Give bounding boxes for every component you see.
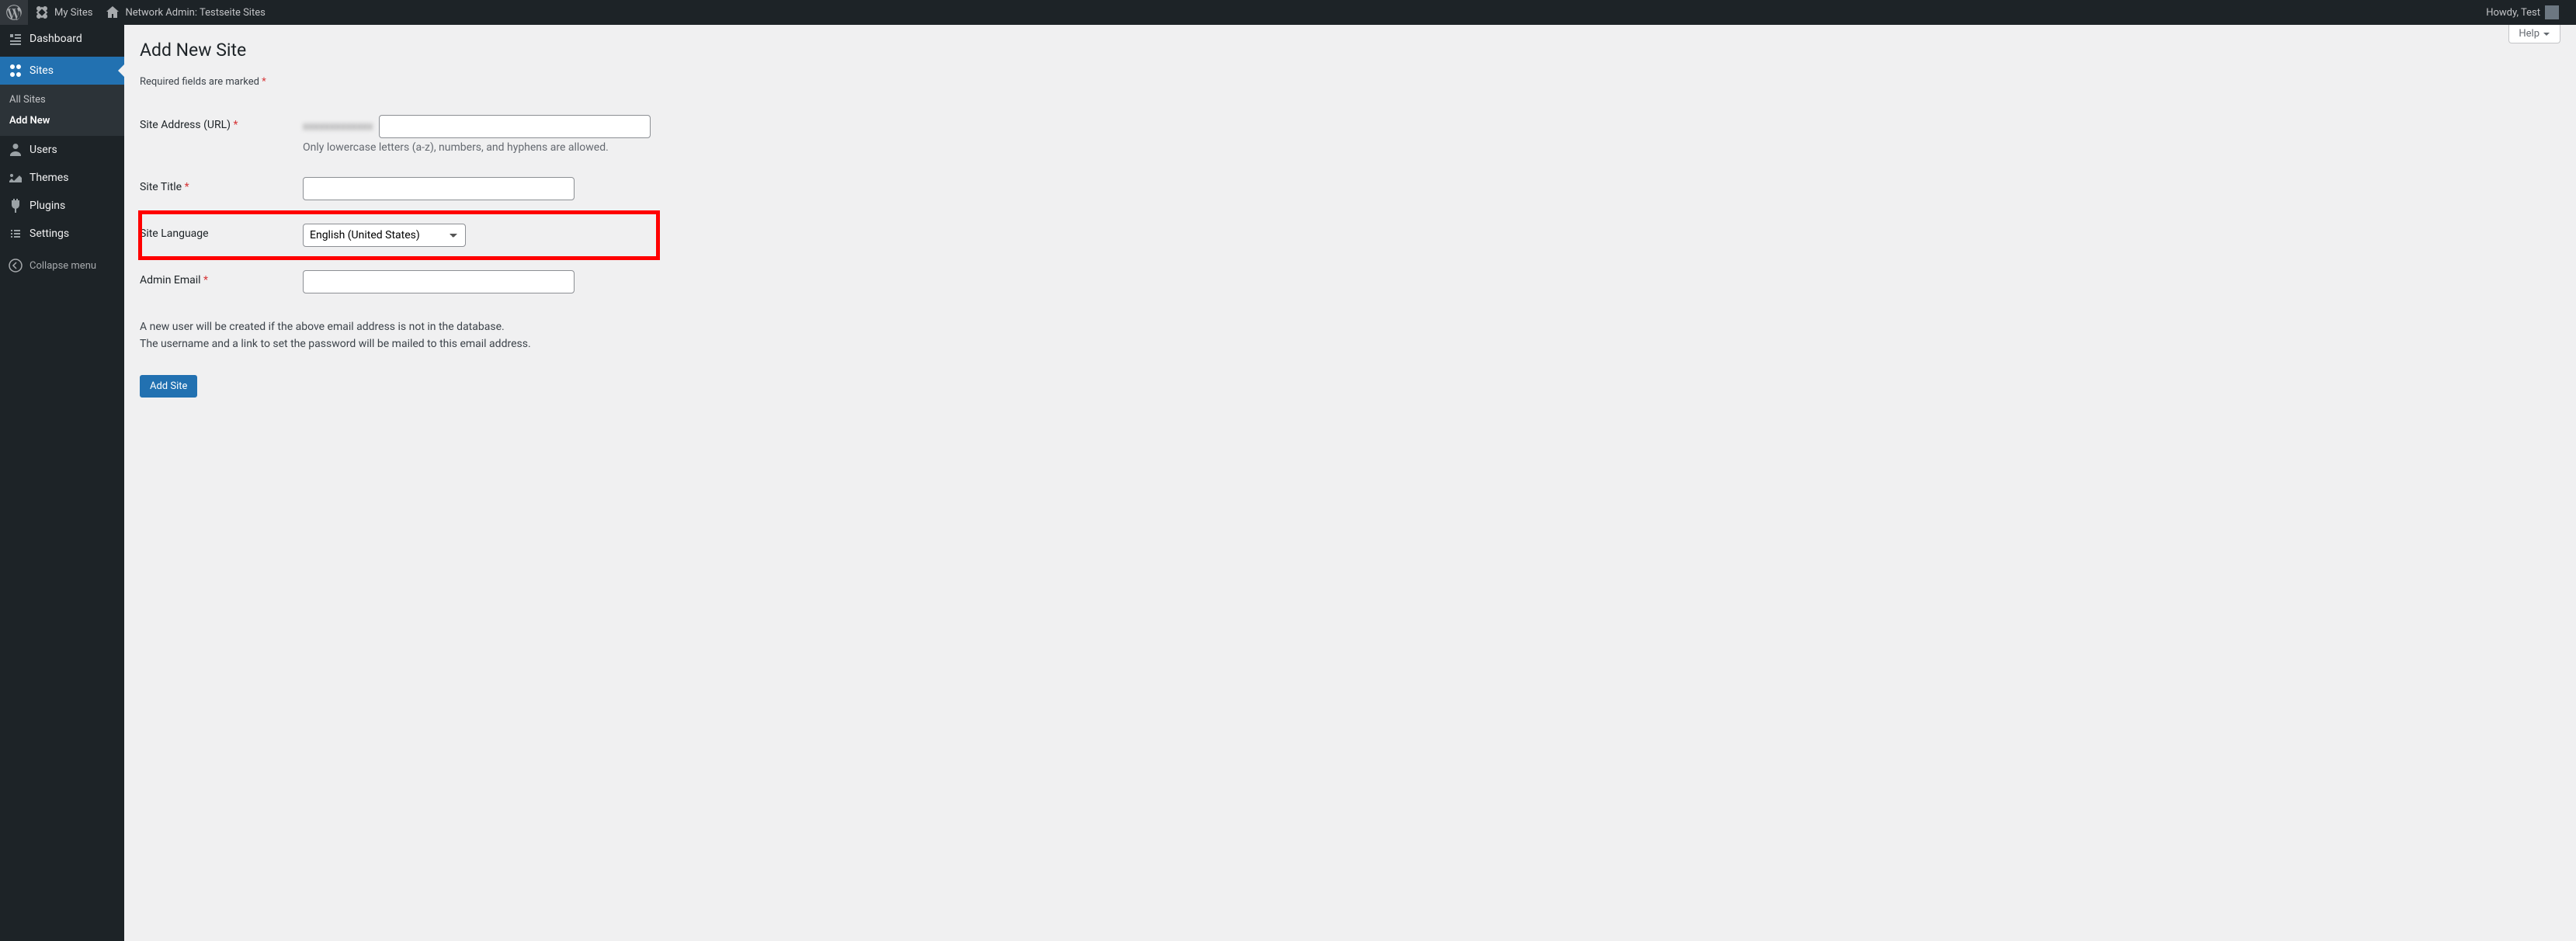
sidebar-sub-add-new[interactable]: Add New <box>0 110 124 131</box>
label-site-title: Site Title * <box>140 181 189 193</box>
label-text: Admin Email <box>140 274 203 286</box>
label-text: Site Title <box>140 181 185 193</box>
main-content: Help Add New Site Required fields are ma… <box>124 0 2576 941</box>
plugins-icon <box>8 198 23 214</box>
howdy-label: Howdy, Test <box>2486 7 2540 19</box>
sidebar-label: Users <box>30 144 57 156</box>
my-sites-link[interactable]: My Sites <box>28 0 99 25</box>
wp-logo[interactable] <box>0 0 28 25</box>
required-asterisk: * <box>203 274 208 286</box>
add-site-button[interactable]: Add Site <box>140 375 197 398</box>
sidebar-item-settings[interactable]: Settings <box>0 220 124 248</box>
collapse-label: Collapse menu <box>30 260 96 272</box>
required-asterisk: * <box>185 181 189 193</box>
admin-email-help: A new user will be created if the above … <box>140 321 2560 350</box>
collapse-menu[interactable]: Collapse menu <box>0 252 124 280</box>
row-site-title: Site Title * <box>140 165 658 212</box>
row-site-language: Site Language English (United States) <box>140 212 658 259</box>
sidebar-item-users[interactable]: Users <box>0 136 124 164</box>
row-admin-email: Admin Email * <box>140 259 658 305</box>
page-wrap: Add New Site Required fields are marked … <box>124 25 2576 413</box>
home-icon <box>105 5 120 20</box>
row-site-address: Site Address (URL) * xxxxxxxxxxxxx Only … <box>140 103 658 165</box>
label-site-address: Site Address (URL) * <box>140 119 238 131</box>
multisite-icon <box>34 5 50 20</box>
help-toggle[interactable]: Help <box>2508 25 2560 43</box>
collapse-icon <box>8 258 23 273</box>
sidebar-item-plugins[interactable]: Plugins <box>0 192 124 220</box>
help-line1: A new user will be created if the above … <box>140 321 2560 333</box>
wordpress-icon <box>6 5 22 20</box>
site-address-hint: Only lowercase letters (a-z), numbers, a… <box>303 141 651 154</box>
adminbar-right: Howdy, Test <box>2480 5 2570 19</box>
sidebar-item-themes[interactable]: Themes <box>0 164 124 192</box>
site-title-input[interactable] <box>303 177 575 200</box>
site-address-input[interactable] <box>379 115 651 138</box>
form-table: Site Address (URL) * xxxxxxxxxxxxx Only … <box>140 103 658 305</box>
admin-email-input[interactable] <box>303 270 575 293</box>
users-icon <box>8 142 23 158</box>
sidebar-label: Settings <box>30 227 69 240</box>
required-asterisk: * <box>262 76 266 88</box>
help-line2: The username and a link to set the passw… <box>140 338 2560 350</box>
adminbar-left: My Sites Network Admin: Testseite Sites <box>0 0 272 25</box>
site-language-select[interactable]: English (United States) <box>303 224 466 247</box>
label-text: Site Address (URL) <box>140 119 233 131</box>
label-site-language: Site Language <box>140 227 209 240</box>
sidebar-label: Plugins <box>30 200 65 212</box>
sidebar-item-dashboard[interactable]: Dashboard <box>0 25 124 53</box>
required-note-text: Required fields are marked <box>140 76 262 88</box>
sidebar-item-sites[interactable]: Sites <box>0 57 124 85</box>
contextual-help: Help <box>2508 25 2560 43</box>
sites-icon <box>8 63 23 78</box>
site-address-prefix: xxxxxxxxxxxxx <box>303 120 376 133</box>
admin-sidebar: Dashboard Sites All Sites Add New Users … <box>0 25 124 941</box>
required-note: Required fields are marked * <box>140 76 2560 88</box>
account-link[interactable]: Howdy, Test <box>2480 5 2565 19</box>
sidebar-label: Sites <box>30 64 54 77</box>
chevron-down-icon <box>2543 30 2550 38</box>
sidebar-label: Themes <box>30 172 68 184</box>
page-title: Add New Site <box>140 33 2560 64</box>
avatar <box>2545 5 2559 19</box>
themes-icon <box>8 170 23 186</box>
label-admin-email: Admin Email * <box>140 274 208 286</box>
sidebar-sub-all-sites[interactable]: All Sites <box>0 89 124 110</box>
help-label: Help <box>2519 28 2540 40</box>
network-admin-link[interactable]: Network Admin: Testseite Sites <box>99 0 271 25</box>
required-asterisk: * <box>233 119 238 131</box>
dashboard-icon <box>8 31 23 47</box>
network-admin-label: Network Admin: Testseite Sites <box>125 7 265 19</box>
settings-icon <box>8 226 23 241</box>
sidebar-label: Dashboard <box>30 33 82 45</box>
sidebar-menu: Dashboard Sites All Sites Add New Users … <box>0 25 124 280</box>
sidebar-submenu-sites: All Sites Add New <box>0 85 124 136</box>
my-sites-label: My Sites <box>54 7 92 19</box>
admin-toolbar: My Sites Network Admin: Testseite Sites … <box>0 0 2576 25</box>
